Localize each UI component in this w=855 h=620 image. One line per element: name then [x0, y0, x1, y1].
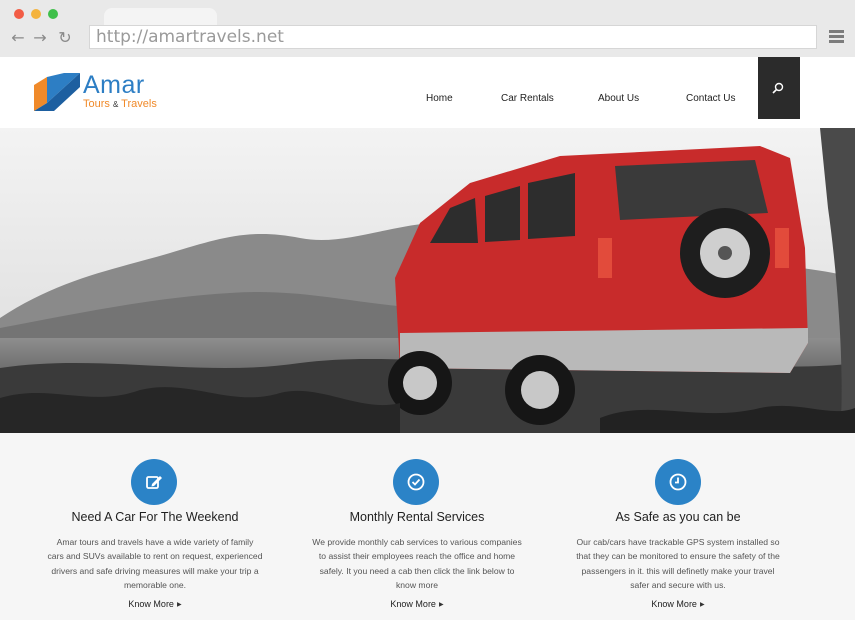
close-window-dot[interactable] [14, 9, 24, 19]
forward-arrow-icon[interactable]: → [31, 28, 49, 48]
know-more-link[interactable]: Know More ▶ [24, 599, 286, 609]
feature-description: We provide monthly cab services to vario… [312, 537, 522, 590]
search-button[interactable] [758, 57, 800, 119]
hero-banner [0, 128, 855, 433]
feature-description: Amar tours and travels have a wide varie… [47, 537, 263, 590]
search-icon [772, 82, 784, 94]
feature-icon-circle [655, 459, 701, 505]
feature-title: Need A Car For The Weekend [71, 510, 239, 524]
address-bar[interactable]: http://amartravels.net [89, 25, 817, 49]
clock-icon [669, 473, 687, 491]
minimize-window-dot[interactable] [31, 9, 41, 19]
maximize-window-dot[interactable] [48, 9, 58, 19]
main-nav: Home Car Rentals About Us Contact Us [0, 57, 855, 128]
feature-icon-circle [393, 459, 439, 505]
nav-about-us[interactable]: About Us [598, 93, 639, 104]
caret-right-icon: ▶ [699, 602, 705, 608]
nav-car-rentals[interactable]: Car Rentals [501, 93, 554, 104]
browser-toolbar: ← → ↻ http://amartravels.net [0, 0, 855, 57]
features-section: Need A Car For The Weekend Amar tours an… [0, 433, 855, 620]
edit-icon [146, 476, 162, 489]
reload-icon[interactable]: ↻ [56, 28, 74, 48]
caret-right-icon: ▶ [438, 602, 444, 608]
feature-icon-circle [131, 459, 177, 505]
check-circle-icon [407, 473, 425, 491]
know-more-link[interactable]: Know More ▶ [286, 599, 548, 609]
caret-right-icon: ▶ [176, 602, 182, 608]
hero-image-red-suv [0, 128, 855, 433]
back-arrow-icon[interactable]: ← [9, 28, 27, 48]
hamburger-menu-icon[interactable] [829, 30, 844, 44]
nav-home[interactable]: Home [426, 93, 453, 104]
feature-description: Our cab/cars have trackable GPS system i… [576, 537, 780, 590]
nav-contact-us[interactable]: Contact Us [686, 93, 735, 104]
feature-title: As Safe as you can be [615, 510, 741, 524]
site-header: Amar Tours & Travels Home Car Rentals Ab… [0, 57, 855, 128]
know-more-link[interactable]: Know More ▶ [547, 599, 809, 609]
feature-title: Monthly Rental Services [349, 510, 485, 524]
